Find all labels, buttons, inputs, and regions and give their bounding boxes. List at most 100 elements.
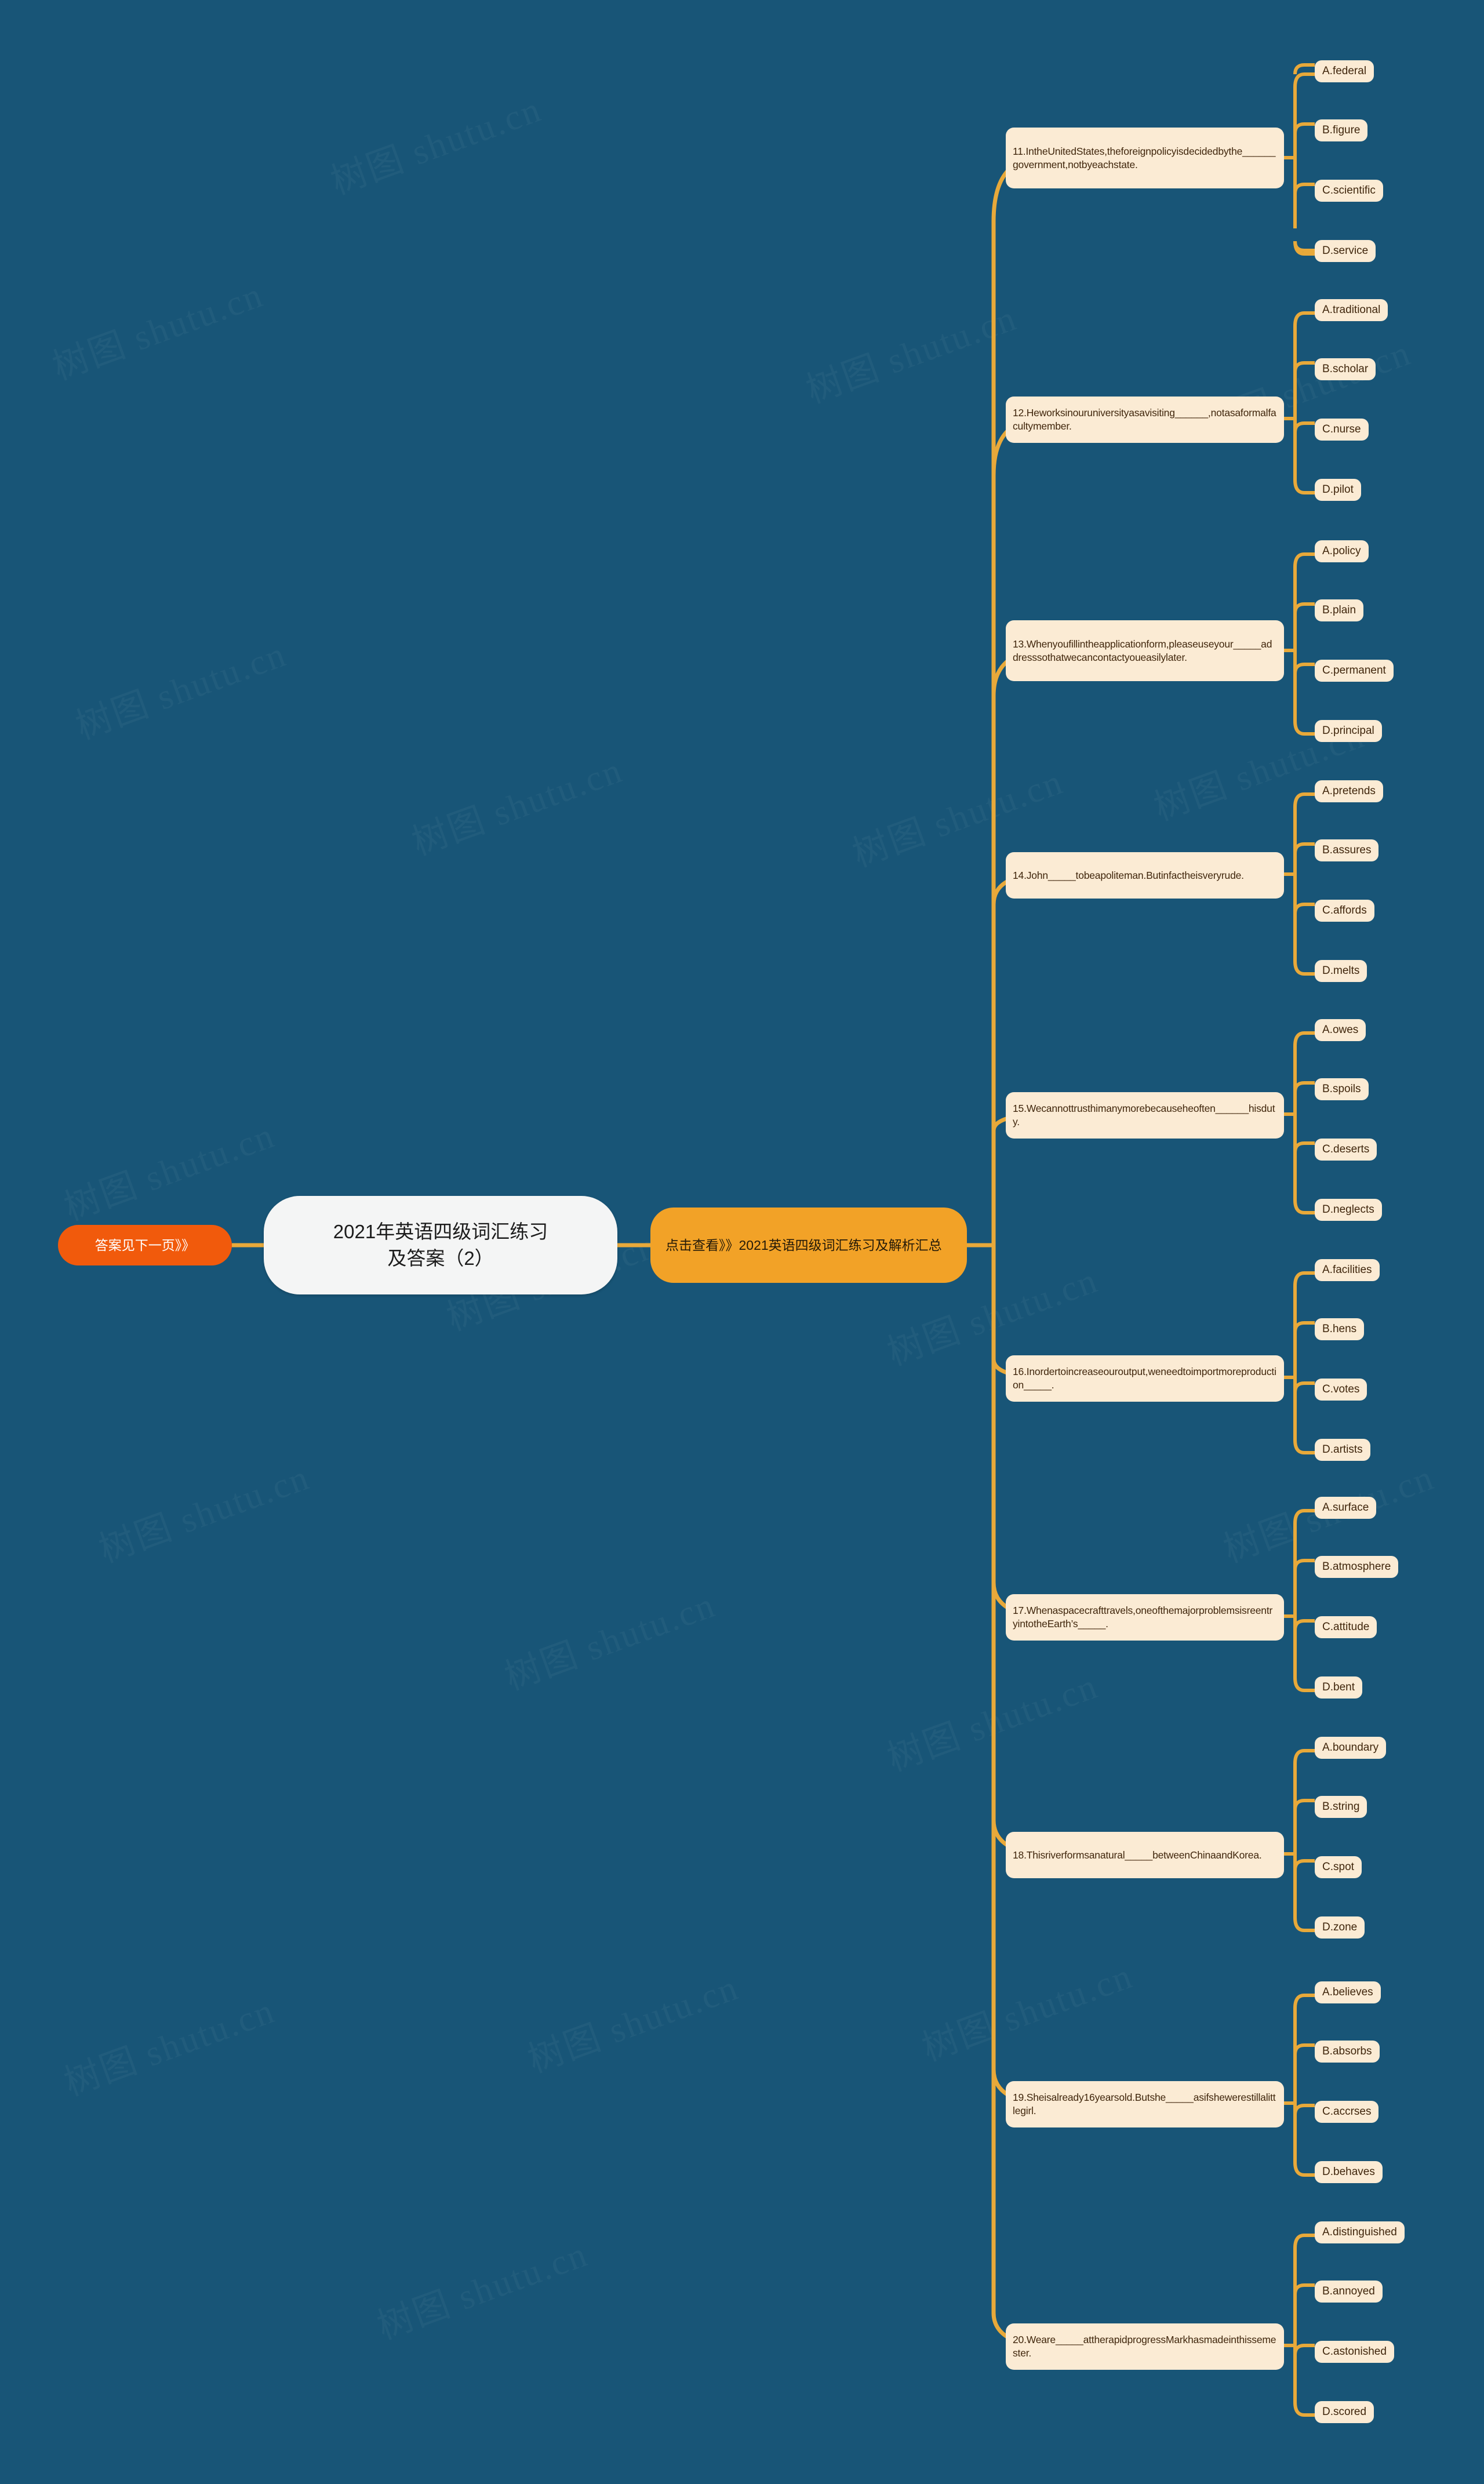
option-node[interactable]: B.hens: [1315, 1318, 1365, 1340]
option-node[interactable]: C.permanent: [1315, 660, 1394, 682]
option-node[interactable]: C.scientific: [1315, 180, 1383, 202]
option-label: A.pretends: [1322, 785, 1376, 797]
option-node[interactable]: A.traditional: [1315, 299, 1388, 321]
option-node[interactable]: D.service: [1315, 240, 1376, 262]
summary-link-label: 点击查看》》2021英语四级词汇练习及解析汇总: [665, 1238, 942, 1253]
option-node[interactable]: B.string: [1315, 1796, 1367, 1818]
option-node[interactable]: A.owes: [1315, 1019, 1366, 1041]
question-node[interactable]: 12.Heworksinouruniversityasavisiting____…: [1006, 397, 1284, 443]
option-label: C.permanent: [1322, 664, 1386, 677]
option-label: B.scholar: [1322, 363, 1369, 375]
option-node[interactable]: B.figure: [1315, 119, 1368, 141]
question-text: 20.Weare_____attherapidprogressMarkhasma…: [1013, 2334, 1276, 2359]
option-label: D.principal: [1322, 725, 1374, 737]
option-label: B.hens: [1322, 1323, 1357, 1335]
question-node[interactable]: 17.Whenaspacecrafttravels,oneofthemajorp…: [1006, 1594, 1284, 1641]
option-node[interactable]: B.annoyed: [1315, 2281, 1383, 2303]
option-node[interactable]: C.spot: [1315, 1856, 1362, 1878]
option-node[interactable]: C.astonished: [1315, 2341, 1394, 2363]
question-text: 18.Thisriverformsanatural_____betweenChi…: [1013, 1849, 1262, 1861]
option-node[interactable]: B.plain: [1315, 599, 1364, 621]
option-label: B.atmosphere: [1322, 1561, 1391, 1573]
option-node[interactable]: C.accrses: [1315, 2101, 1379, 2123]
option-node[interactable]: B.atmosphere: [1315, 1556, 1399, 1578]
option-label: D.neglects: [1322, 1203, 1374, 1216]
question-node[interactable]: 19.Sheisalready16yearsold.Butshe_____asi…: [1006, 2081, 1284, 2127]
option-node[interactable]: D.principal: [1315, 720, 1382, 742]
option-node[interactable]: D.pilot: [1315, 479, 1361, 501]
option-node[interactable]: D.melts: [1315, 960, 1367, 982]
option-node[interactable]: A.policy: [1315, 540, 1369, 562]
summary-link-node[interactable]: 点击查看》》2021英语四级词汇练习及解析汇总: [650, 1208, 967, 1283]
option-node[interactable]: B.assures: [1315, 839, 1379, 861]
option-node[interactable]: B.absorbs: [1315, 2041, 1380, 2063]
option-node[interactable]: C.affords: [1315, 900, 1374, 922]
option-node[interactable]: D.neglects: [1315, 1199, 1382, 1221]
option-node[interactable]: C.deserts: [1315, 1139, 1377, 1161]
question-node[interactable]: 14.John_____tobeapoliteman.Butinfactheis…: [1006, 852, 1284, 899]
question-text: 11.IntheUnitedStates,theforeignpolicyisd…: [1013, 145, 1276, 170]
question-node[interactable]: 18.Thisriverformsanatural_____betweenChi…: [1006, 1832, 1284, 1878]
option-label: B.spoils: [1322, 1083, 1361, 1095]
option-label: C.votes: [1322, 1383, 1360, 1395]
option-label: A.distinguished: [1322, 2226, 1397, 2238]
option-label: B.plain: [1322, 604, 1356, 616]
answer-next-page-node[interactable]: 答案见下一页》》: [58, 1225, 232, 1265]
option-label: D.bent: [1322, 1681, 1355, 1693]
option-label: C.attitude: [1322, 1621, 1370, 1633]
option-label: D.pilot: [1322, 483, 1354, 496]
question-text: 14.John_____tobeapoliteman.Butinfactheis…: [1013, 869, 1244, 881]
option-node[interactable]: C.votes: [1315, 1379, 1367, 1401]
option-label: B.assures: [1322, 844, 1372, 856]
question-node[interactable]: 13.Whenyoufillintheapplicationform,pleas…: [1006, 620, 1284, 681]
question-text: 13.Whenyoufillintheapplicationform,pleas…: [1013, 638, 1272, 663]
option-label: A.boundary: [1322, 1741, 1379, 1754]
option-label: D.behaves: [1322, 2166, 1375, 2178]
option-node[interactable]: D.behaves: [1315, 2161, 1383, 2183]
option-label: A.owes: [1322, 1024, 1359, 1036]
question-node[interactable]: 16.Inordertoincreaseouroutput,weneedtoim…: [1006, 1355, 1284, 1402]
answer-next-page-label: 答案见下一页》》: [94, 1238, 195, 1253]
root-node[interactable]: 2021年英语四级词汇练习 及答案（2）: [264, 1196, 617, 1294]
option-label: B.string: [1322, 1801, 1360, 1813]
option-node[interactable]: D.scored: [1315, 2401, 1374, 2423]
root-title-line2: 及答案（2）: [387, 1248, 494, 1269]
option-label: A.surface: [1322, 1501, 1369, 1514]
option-node[interactable]: A.boundary: [1315, 1737, 1387, 1759]
option-label: A.believes: [1322, 1986, 1373, 1998]
option-label: D.zone: [1322, 1921, 1358, 1933]
option-node[interactable]: B.spoils: [1315, 1078, 1369, 1100]
option-label: D.scored: [1322, 2406, 1367, 2418]
option-label: D.service: [1322, 245, 1369, 257]
question-text: 16.Inordertoincreaseouroutput,weneedtoim…: [1013, 1366, 1276, 1391]
option-node[interactable]: C.attitude: [1315, 1616, 1377, 1638]
option-label: C.affords: [1322, 904, 1367, 917]
question-text: 19.Sheisalready16yearsold.Butshe_____asi…: [1013, 2092, 1276, 2116]
mindmap-canvas: 树图 shutu.cn 树图 shutu.cn 树图 shutu.cn 树图 s…: [0, 0, 1484, 2484]
option-label: A.policy: [1322, 545, 1361, 557]
option-node[interactable]: D.bent: [1315, 1676, 1362, 1699]
option-label: A.facilities: [1322, 1264, 1372, 1276]
option-label: C.nurse: [1322, 423, 1361, 435]
question-text: 12.Heworksinouruniversityasavisiting____…: [1013, 407, 1276, 432]
option-node[interactable]: D.zone: [1315, 1916, 1365, 1939]
option-node[interactable]: A.distinguished: [1315, 2221, 1405, 2243]
question-node[interactable]: 20.Weare_____attherapidprogressMarkhasma…: [1006, 2323, 1284, 2370]
option-label: C.deserts: [1322, 1143, 1370, 1155]
option-node[interactable]: A.facilities: [1315, 1259, 1380, 1281]
option-label: A.traditional: [1322, 304, 1381, 316]
option-node[interactable]: A.federal: [1315, 60, 1374, 82]
option-node[interactable]: A.believes: [1315, 1981, 1381, 2003]
question-text: 17.Whenaspacecrafttravels,oneofthemajorp…: [1013, 1605, 1273, 1630]
option-node[interactable]: A.pretends: [1315, 780, 1383, 802]
option-label: C.accrses: [1322, 2105, 1372, 2118]
option-node[interactable]: B.scholar: [1315, 358, 1376, 380]
option-node[interactable]: D.artists: [1315, 1439, 1370, 1461]
option-node[interactable]: C.nurse: [1315, 419, 1369, 441]
option-node[interactable]: A.surface: [1315, 1497, 1377, 1519]
question-node[interactable]: 15.Wecannottrusthimanymorebecauseheoften…: [1006, 1092, 1284, 1139]
root-title-line1: 2021年英语四级词汇练习: [333, 1221, 548, 1242]
option-label: D.melts: [1322, 965, 1360, 977]
question-node[interactable]: 11.IntheUnitedStates,theforeignpolicyisd…: [1006, 128, 1284, 188]
option-label: A.federal: [1322, 65, 1367, 77]
